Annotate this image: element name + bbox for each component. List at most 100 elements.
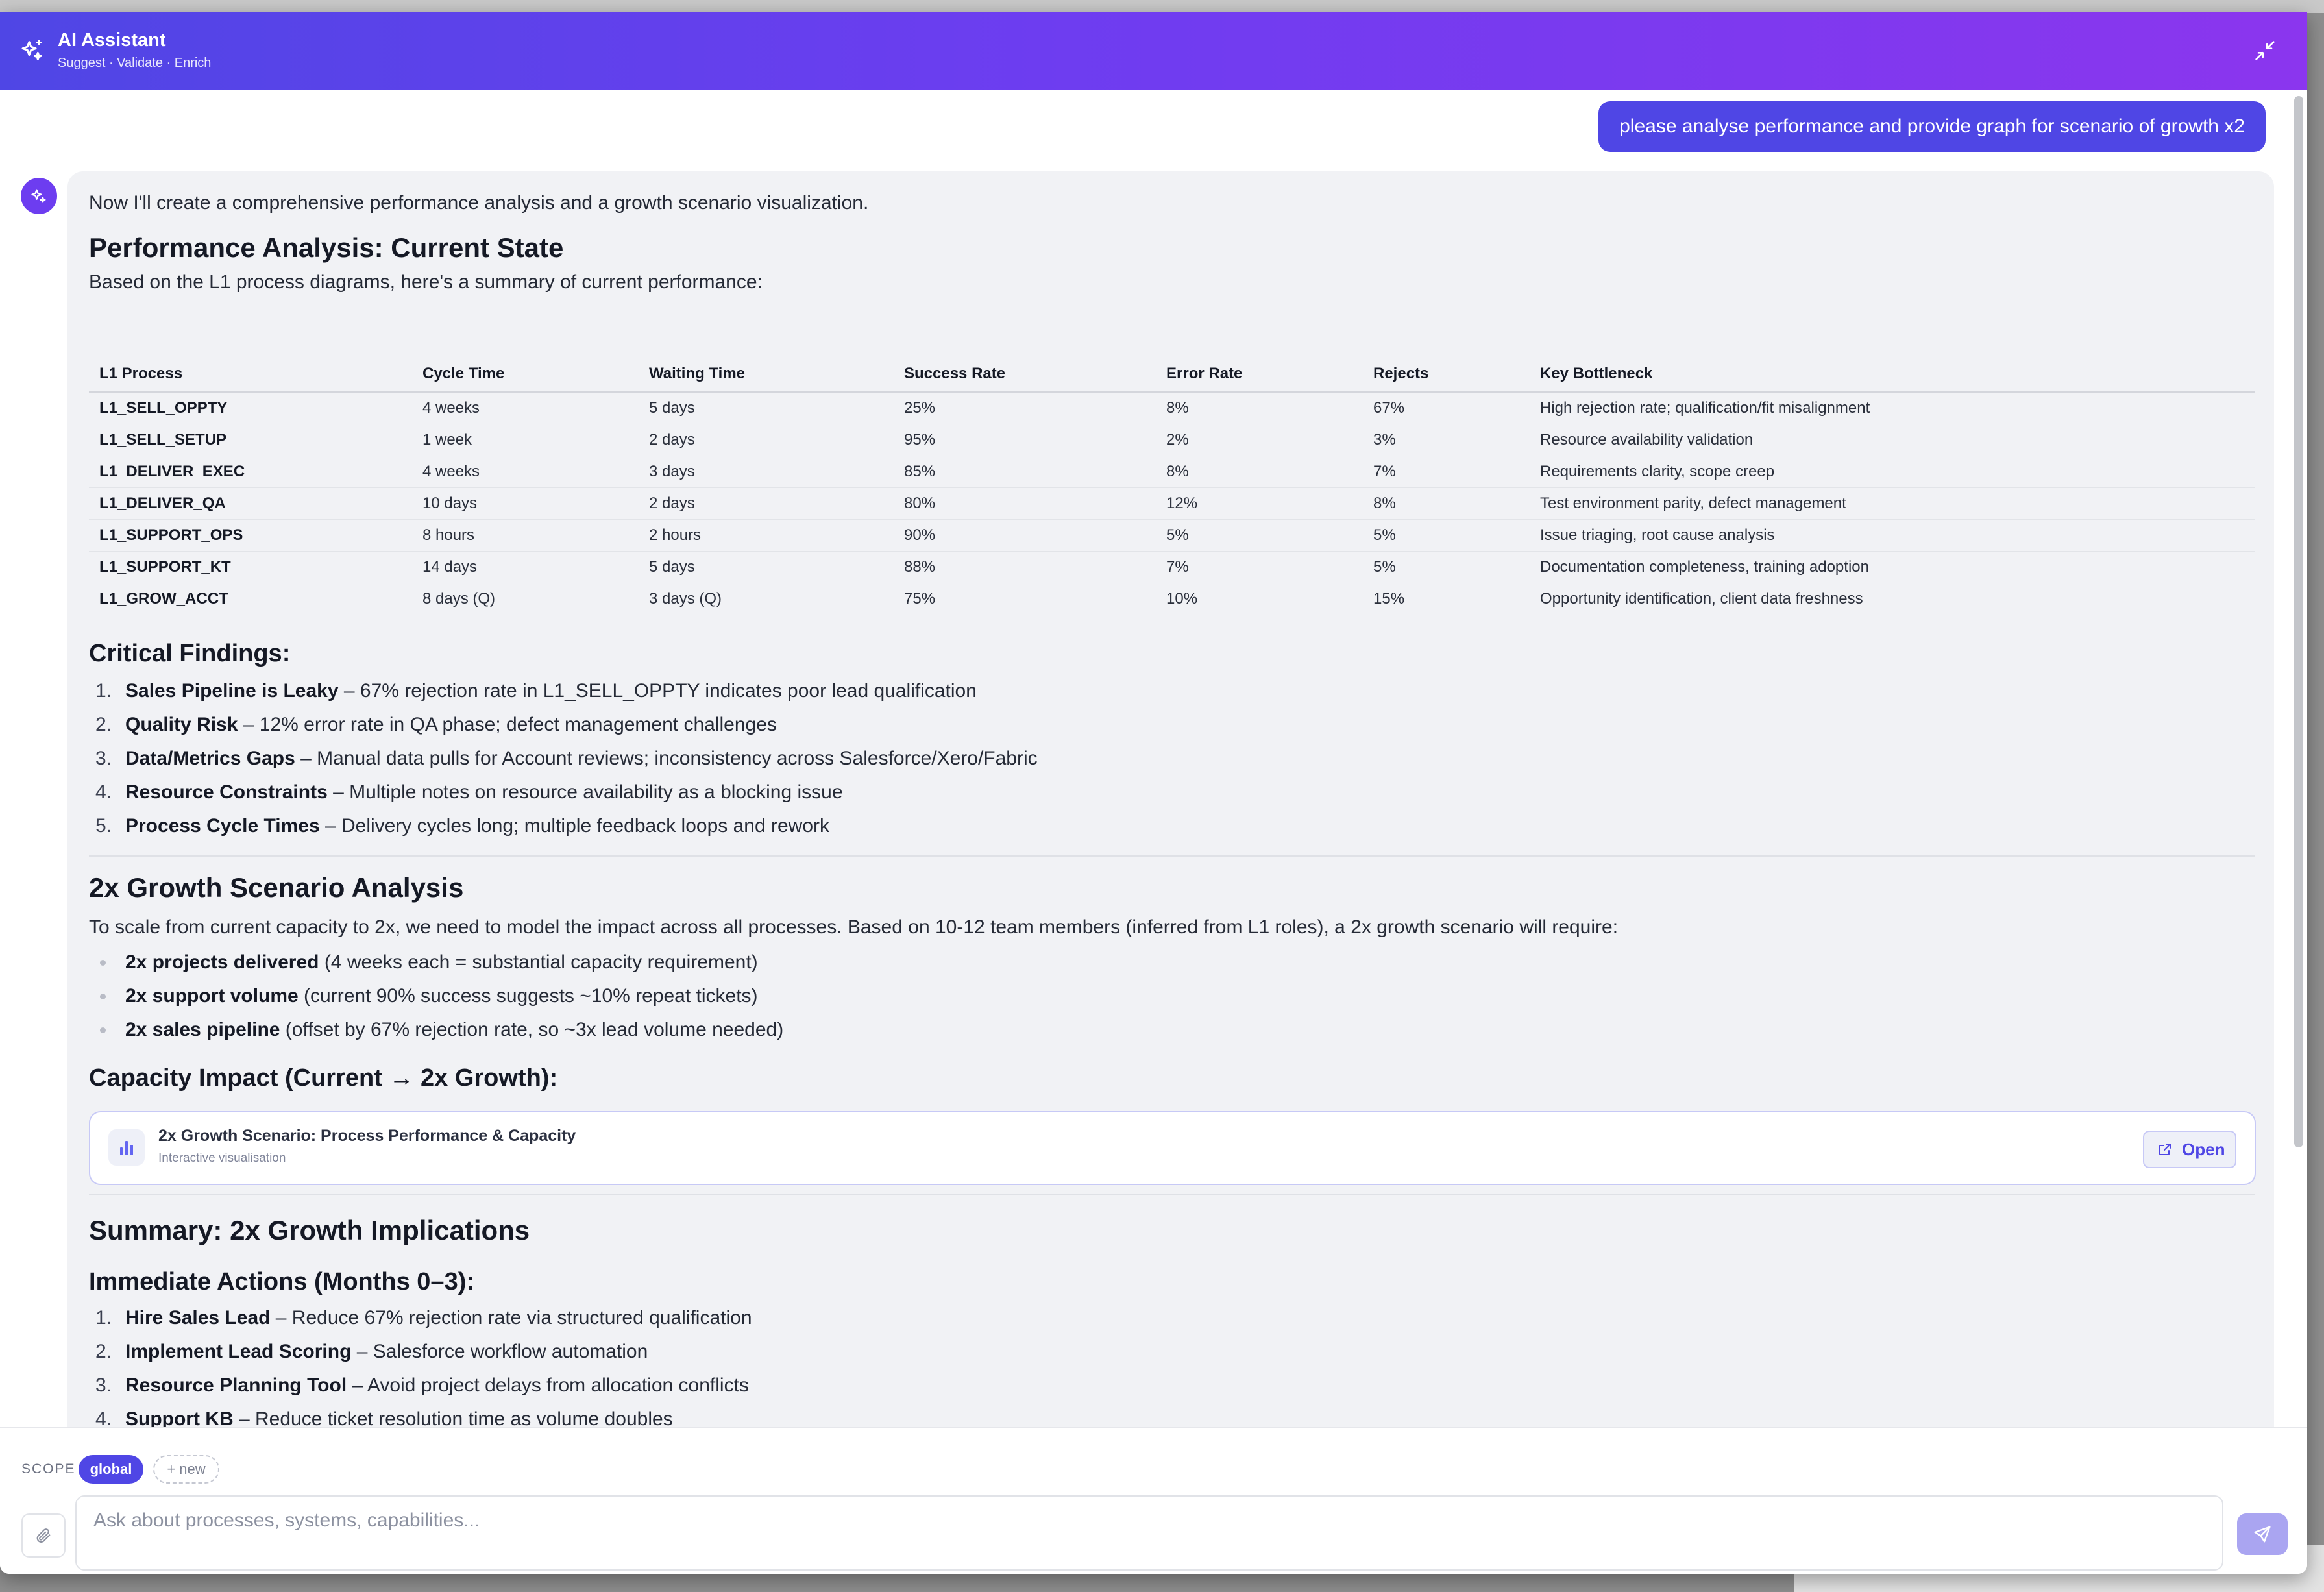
chat-input[interactable] [75, 1495, 2223, 1571]
list-item-title: Quality Risk [125, 714, 238, 735]
table-cell: 3 days [639, 456, 894, 488]
table-cell: 2% [1156, 424, 1363, 456]
table-cell: L1_DELIVER_QA [89, 487, 412, 520]
attach-button[interactable] [21, 1513, 66, 1558]
table-cell: 75% [904, 590, 936, 607]
list-item-text: – 12% error rate in QA phase; defect man… [238, 714, 777, 735]
list-item-title: 2x sales pipeline [125, 1019, 280, 1040]
list-item-title: Data/Metrics Gaps [125, 748, 295, 769]
table-cell: High rejection rate; qualification/fit m… [1530, 391, 2255, 424]
table-cell: L1_SUPPORT_KT [89, 551, 412, 583]
table-cell: 5% [1363, 551, 1530, 583]
bar-chart-icon [108, 1129, 145, 1166]
table-cell: L1_GROW_ACCT [99, 590, 228, 607]
scope-label: SCOPE [21, 1462, 76, 1476]
table-cell: 8% [1156, 456, 1363, 488]
table-cell: Test environment parity, defect manageme… [1530, 487, 2255, 520]
list-item-text: – Reduce 67% rejection rate via structur… [270, 1307, 752, 1329]
open-button-label: Open [2182, 1140, 2225, 1159]
column-header: Rejects [1363, 347, 1530, 393]
list-number: 4. [95, 781, 112, 803]
list-item-title: 2x support volume [125, 985, 299, 1007]
table-cell: 90% [894, 519, 1156, 552]
performance-intro: Based on the L1 process diagrams, here's… [89, 271, 763, 293]
table-cell: 7% [1156, 551, 1363, 583]
panel-title: AI Assistant [58, 30, 166, 51]
table-cell: 80% [894, 487, 1156, 520]
table-row: L1_SELL_OPPTY 4 weeks 5 days 25% 8% 67% … [89, 391, 2255, 424]
list-number: 3. [95, 748, 112, 769]
card-title: 2x Growth Scenario: Process Performance … [158, 1127, 576, 1145]
table-row: L1_SUPPORT_KT 14 days 5 days 88% 7% 5% D… [89, 551, 2255, 583]
visualisation-card[interactable]: 2x Growth Scenario: Process Performance … [89, 1111, 2256, 1185]
table-cell: 5% [1156, 519, 1363, 552]
collapse-icon[interactable] [2252, 38, 2278, 64]
table-cell: 4 weeks [412, 391, 639, 424]
growth-intro: To scale from current capacity to 2x, we… [89, 916, 1619, 938]
assistant-avatar [21, 178, 57, 214]
bullet-icon [100, 994, 106, 999]
add-scope-button[interactable]: + new [153, 1455, 219, 1484]
heading-capacity: Capacity Impact (Current → 2x Growth): [89, 1064, 558, 1092]
send-button[interactable] [2237, 1513, 2288, 1555]
list-item-text: (4 weeks each = substantial capacity req… [319, 951, 758, 973]
list-item-title: Process Cycle Times [125, 815, 320, 837]
paperclip-icon [36, 1528, 51, 1543]
table-cell: 2 days [639, 424, 894, 456]
list-item-title: Hire Sales Lead [125, 1307, 271, 1329]
column-header: Waiting Time [639, 347, 894, 393]
table-cell: 5% [1363, 519, 1530, 552]
section-divider [89, 1194, 2255, 1195]
table-cell: 10 days [412, 487, 639, 520]
assistant-intro: Now I'll create a comprehensive performa… [89, 192, 869, 214]
table-header-row: L1 Process Cycle Time Waiting Time Succe… [89, 347, 2255, 393]
table-cell: 2 hours [639, 519, 894, 552]
table-cell: 8% [1363, 487, 1530, 520]
table-cell: 95% [894, 424, 1156, 456]
heading-performance: Performance Analysis: Current State [89, 232, 564, 263]
table-cell: 10% [1166, 590, 1198, 607]
table-cell: 7% [1363, 456, 1530, 488]
table-row: L1_SELL_SETUP 1 week 2 days 95% 2% 3% Re… [89, 424, 2255, 456]
heading-findings: Critical Findings: [89, 640, 291, 667]
column-header: Cycle Time [412, 347, 639, 393]
table-cell: 3% [1363, 424, 1530, 456]
table-cell: 14 days [412, 551, 639, 583]
table-cell: 15% [1373, 590, 1405, 607]
open-visualisation-button[interactable]: Open [2143, 1131, 2236, 1168]
list-number: 2. [95, 714, 112, 735]
bullet-icon [100, 960, 106, 966]
list-item-title: Resource Constraints [125, 781, 328, 803]
scrollbar-thumb[interactable] [2294, 96, 2303, 1147]
table-row: L1_GROW_ACCT 8 days (Q) 3 days (Q) 75% 1… [89, 583, 2255, 615]
send-icon [2254, 1526, 2271, 1543]
list-item-text: – Multiple notes on resource availabilit… [327, 781, 843, 803]
list-number: 1. [95, 1307, 112, 1329]
list-item-text: (current 90% success suggests ~10% repea… [298, 985, 758, 1007]
table-cell: Resource availability validation [1530, 424, 2255, 456]
panel-subtitle: Suggest · Validate · Enrich [58, 56, 212, 70]
table-cell: 25% [894, 391, 1156, 424]
table-cell: 8% [1156, 391, 1363, 424]
table-cell: 5 days [639, 551, 894, 583]
table-row: L1_SUPPORT_OPS 8 hours 2 hours 90% 5% 5%… [89, 519, 2255, 552]
sparkles-icon [31, 189, 46, 203]
bullet-icon [100, 1027, 106, 1033]
list-item-title: Implement Lead Scoring [125, 1341, 352, 1362]
scope-chip-global[interactable]: global [79, 1455, 143, 1484]
list-number: 1. [95, 680, 112, 702]
table-cell: 5 days [639, 391, 894, 424]
table-cell: 2 days [639, 487, 894, 520]
panel-header: AI Assistant Suggest · Validate · Enrich [0, 12, 2307, 90]
list-item-text: – Salesforce workflow automation [351, 1341, 648, 1362]
list-item-title: Resource Planning Tool [125, 1375, 347, 1396]
heading-actions: Immediate Actions (Months 0–3): [89, 1268, 475, 1295]
table-cell: 8 days (Q) [422, 590, 496, 607]
performance-table: L1 Process Cycle Time Waiting Time Succe… [89, 347, 2255, 615]
column-header: Key Bottleneck [1530, 347, 2255, 393]
list-item-title: 2x projects delivered [125, 951, 319, 973]
table-cell: Documentation completeness, training ado… [1530, 551, 2255, 583]
bar-chart-icon [120, 1141, 133, 1155]
table-cell: Requirements clarity, scope creep [1530, 456, 2255, 488]
table-row: L1_DELIVER_EXEC 4 weeks 3 days 85% 8% 7%… [89, 456, 2255, 488]
